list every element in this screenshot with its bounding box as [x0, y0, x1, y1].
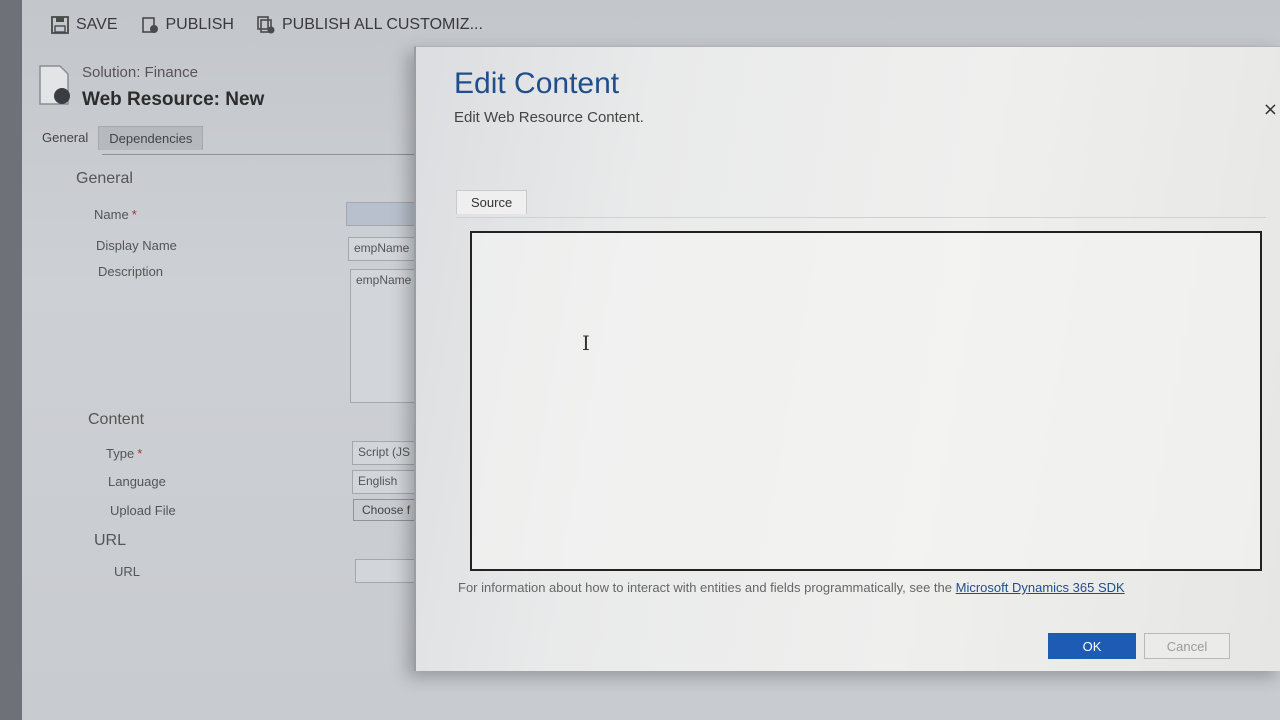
- display-name-label: Display Name: [96, 238, 177, 253]
- name-label: Name *: [94, 207, 137, 222]
- url-label: URL: [114, 564, 141, 579]
- source-editor[interactable]: [470, 231, 1262, 571]
- text-cursor-icon: I: [582, 331, 590, 355]
- command-bar: SAVE PUBLISH PUBLISH ALL CUSTOMIZ...: [22, 0, 1280, 50]
- publish-button[interactable]: PUBLISH: [140, 15, 234, 35]
- general-section-title: General: [76, 170, 133, 187]
- upload-file-label: Upload File: [110, 503, 176, 518]
- edit-content-dialog: Edit Content Edit Web Resource Content. …: [414, 46, 1280, 671]
- required-marker: *: [131, 207, 137, 222]
- close-icon[interactable]: ×: [1263, 99, 1278, 120]
- web-resource-icon: [39, 65, 70, 105]
- tab-divider: [456, 217, 1266, 218]
- publish-all-button[interactable]: PUBLISH ALL CUSTOMIZ...: [256, 15, 483, 35]
- save-label: SAVE: [76, 16, 118, 33]
- dialog-subtitle: Edit Web Resource Content.: [454, 109, 644, 126]
- url-section-title: URL: [94, 532, 127, 549]
- type-label: Type *: [106, 446, 143, 461]
- publish-label: PUBLISH: [165, 16, 234, 33]
- tab-source[interactable]: Source: [456, 190, 528, 214]
- tab-dependencies[interactable]: Dependencies: [98, 126, 204, 150]
- page-title: Web Resource: New: [82, 89, 265, 110]
- description-label: Description: [98, 264, 164, 279]
- content-section-title: Content: [88, 411, 145, 428]
- form-tabs: General Dependencies: [32, 126, 204, 150]
- language-label: Language: [108, 474, 166, 489]
- cancel-button[interactable]: Cancel: [1144, 633, 1230, 659]
- tab-divider: [102, 154, 442, 155]
- tab-general[interactable]: General: [32, 126, 98, 150]
- solution-name: Solution: Finance: [82, 64, 198, 81]
- sdk-info-text: For information about how to interact wi…: [458, 580, 1125, 595]
- sdk-link[interactable]: Microsoft Dynamics 365 SDK: [956, 580, 1125, 595]
- choose-file-button[interactable]: Choose f: [353, 499, 420, 521]
- floppy-disk-icon: [51, 16, 69, 34]
- publish-icon: [141, 17, 158, 33]
- ok-button[interactable]: OK: [1048, 633, 1136, 659]
- publish-all-icon: [257, 16, 275, 34]
- dialog-title: Edit Content: [454, 67, 620, 100]
- save-button[interactable]: SAVE: [50, 15, 118, 35]
- publish-all-label: PUBLISH ALL CUSTOMIZ...: [281, 16, 483, 33]
